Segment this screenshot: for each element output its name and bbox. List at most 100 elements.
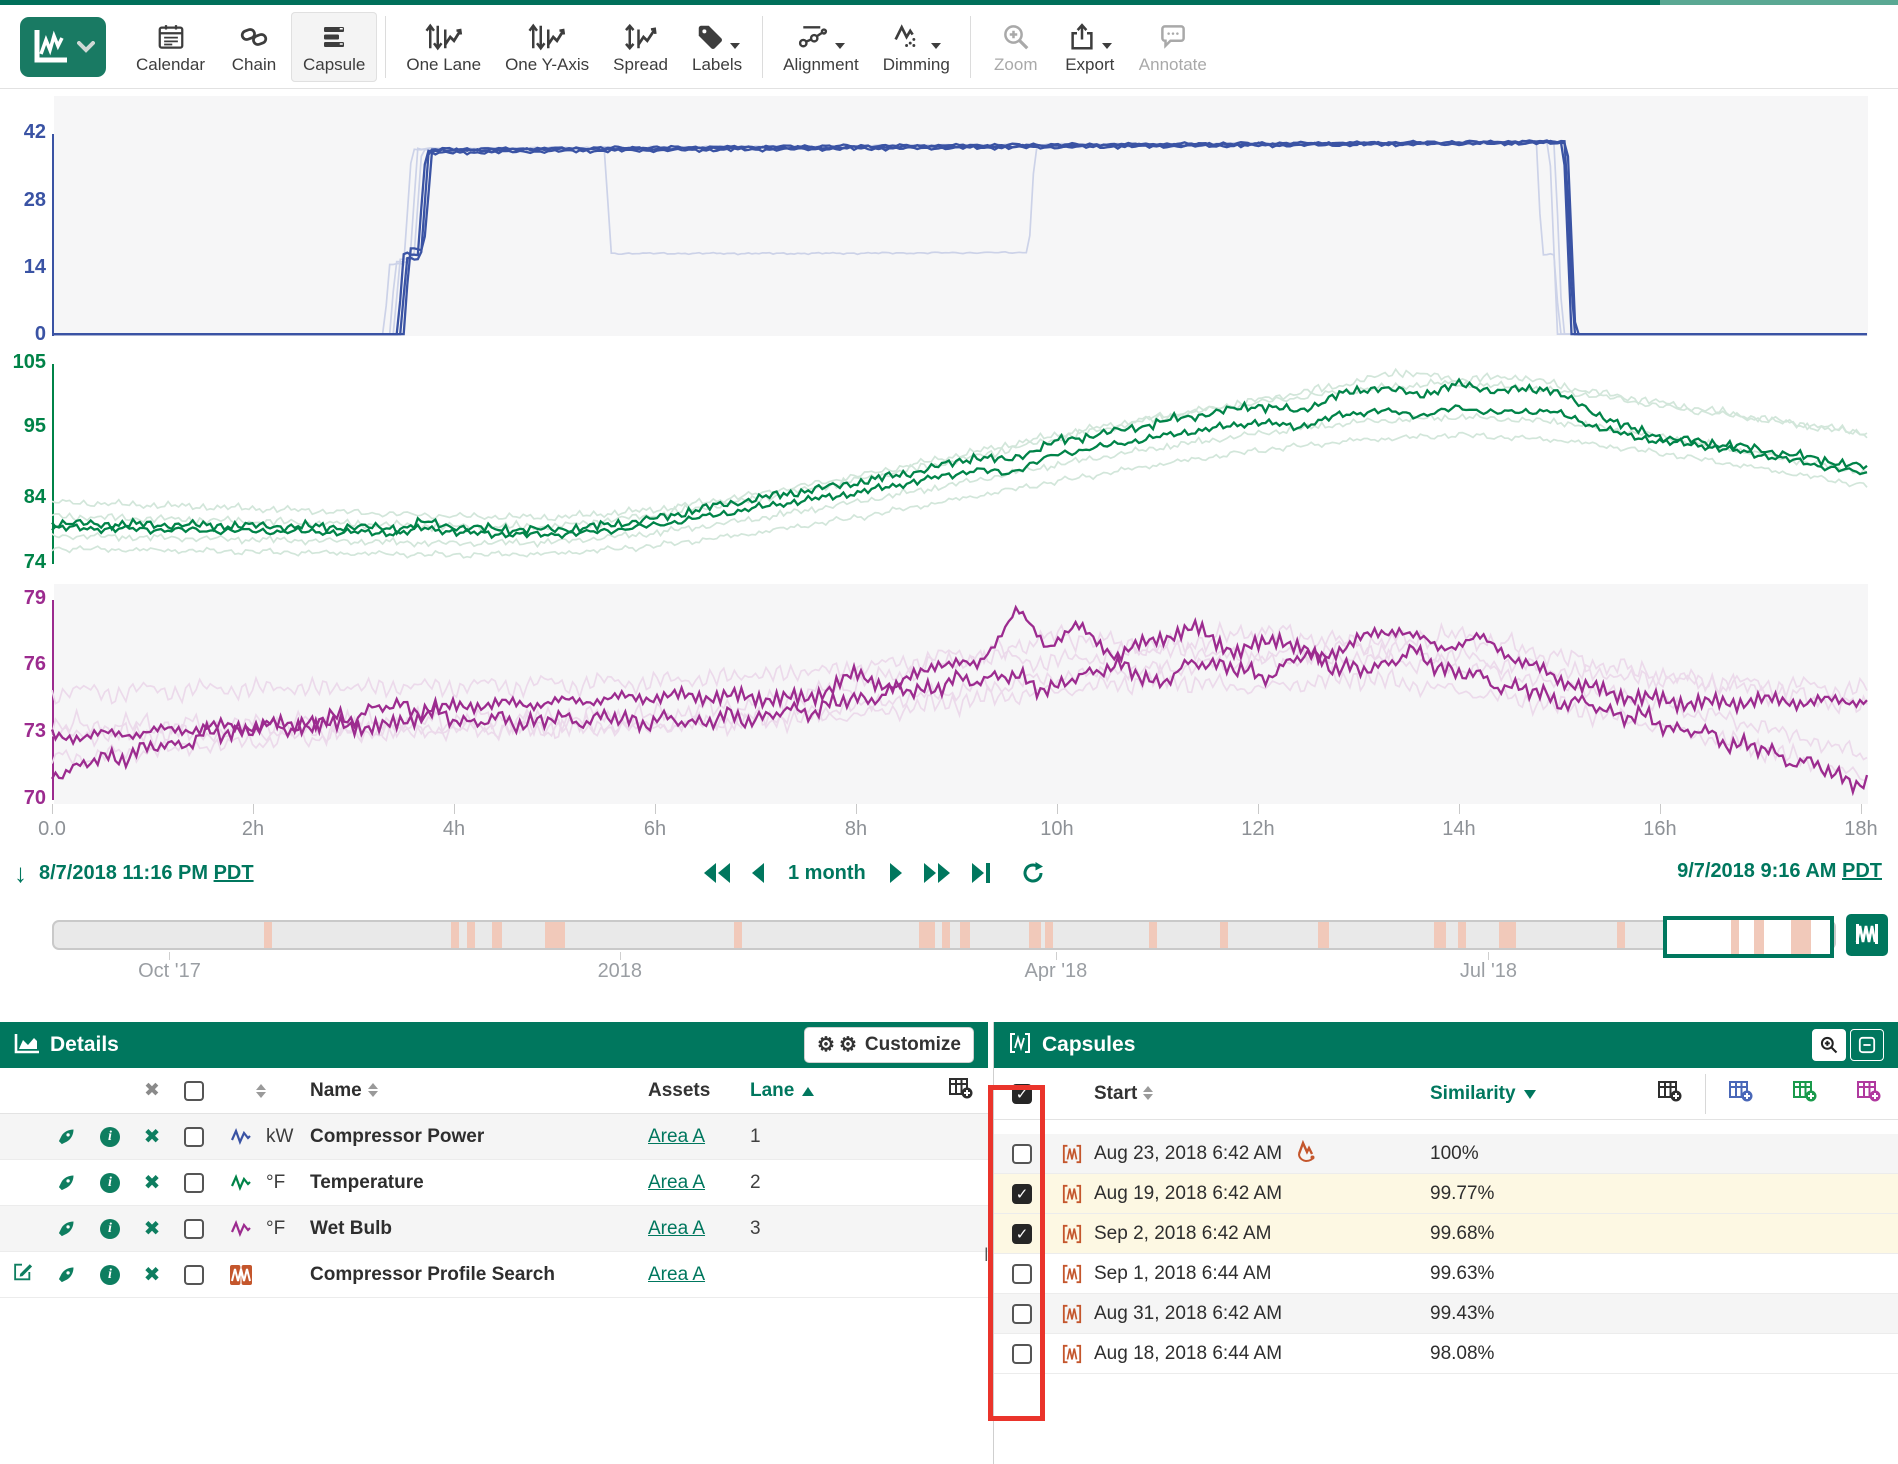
edit-pencil-icon[interactable] [11, 1261, 33, 1289]
column-header-similarity[interactable]: Similarity [1430, 1083, 1516, 1104]
tool-annotate[interactable]: Annotate [1127, 12, 1219, 82]
capsule-row-2[interactable]: ✓ Sep 2, 2018 6:42 AM 99.68% [994, 1214, 1898, 1254]
timeline-tick [169, 952, 170, 960]
capsule-checkbox[interactable]: ✓ [1012, 1184, 1032, 1204]
trend-view-dropdown-button[interactable] [20, 17, 106, 77]
column-header-name[interactable]: Name [310, 1080, 362, 1101]
pin-rocket-icon[interactable] [44, 1127, 88, 1147]
capsule-checkbox[interactable] [1012, 1144, 1032, 1164]
capsule-row-4[interactable]: Aug 31, 2018 6:42 AM 99.43% [994, 1294, 1898, 1334]
capsule-row-5[interactable]: Aug 18, 2018 6:44 AM 98.08% [994, 1334, 1898, 1374]
remove-icon[interactable]: ✖ [144, 1216, 161, 1241]
range-duration-label[interactable]: 1 month [788, 862, 866, 885]
add-stats-wet-bulb-icon[interactable] [1856, 1079, 1882, 1109]
asset-link[interactable]: Area A [648, 1264, 705, 1285]
pin-rocket-icon[interactable] [44, 1265, 88, 1285]
details-row-compressor-profile-search[interactable]: i ✖ Compressor Profile Search Area A [0, 1252, 988, 1298]
step-forward-button[interactable] [886, 859, 906, 887]
capsules-select-all-checkbox[interactable]: ✓ [1012, 1084, 1032, 1104]
step-to-end-button[interactable] [968, 859, 994, 887]
tool-alignment[interactable]: Alignment [771, 12, 871, 82]
timeline-selection-brush[interactable] [1663, 916, 1835, 958]
tool-spread[interactable]: Spread [601, 12, 680, 82]
column-header-assets[interactable]: Assets [648, 1080, 710, 1101]
sort-start-control[interactable] [1143, 1086, 1153, 1100]
signal-name[interactable]: Compressor Power [310, 1126, 648, 1148]
capsules-collapse-button[interactable] [1850, 1029, 1884, 1061]
sort-name-control[interactable] [368, 1083, 378, 1097]
capsule-checkbox[interactable] [1012, 1304, 1032, 1324]
column-header-lane[interactable]: Lane [750, 1080, 794, 1101]
details-row-checkbox[interactable] [184, 1265, 204, 1285]
capsule-checkbox[interactable]: ✓ [1012, 1224, 1032, 1244]
tool-zoom[interactable]: Zoom [979, 12, 1053, 82]
pin-rocket-icon[interactable] [44, 1219, 88, 1239]
similarity-sort-desc-icon[interactable] [1524, 1090, 1536, 1099]
investigate-down-arrow-icon[interactable]: ↓ [14, 860, 27, 886]
remove-icon[interactable]: ✖ [144, 1124, 161, 1149]
brush-left-handle[interactable] [1671, 924, 1674, 950]
condition-name[interactable]: Compressor Profile Search [310, 1264, 648, 1286]
tool-one-lane[interactable]: One Lane [394, 12, 493, 82]
add-column-icon[interactable] [1657, 1079, 1683, 1109]
info-icon[interactable]: i [100, 1173, 120, 1193]
tool-dimming[interactable]: Dimming [871, 12, 962, 82]
x-tick-label: 4h [443, 818, 465, 841]
lane-temperature[interactable]: 748495105 [0, 340, 1898, 584]
capsule-row-3[interactable]: Sep 1, 2018 6:44 AM 99.63% [994, 1254, 1898, 1294]
details-row-checkbox[interactable] [184, 1173, 204, 1193]
tool-capsule[interactable]: Capsule [291, 12, 377, 82]
details-row-temperature[interactable]: i ✖ °F Temperature Area A 2 [0, 1160, 988, 1206]
asset-link[interactable]: Area A [648, 1172, 705, 1193]
step-back-button[interactable] [748, 859, 768, 887]
y-axis-tick-label: 42 [0, 121, 46, 144]
customize-button[interactable]: ⚙ ⚙︎ Customize [804, 1027, 974, 1063]
details-row-wet-bulb[interactable]: i ✖ °F Wet Bulb Area A 3 [0, 1206, 988, 1252]
brush-right-handle[interactable] [1823, 924, 1826, 950]
asset-link[interactable]: Area A [648, 1218, 705, 1239]
pin-rocket-icon[interactable] [44, 1173, 88, 1193]
capsules-zoom-button[interactable] [1812, 1029, 1846, 1061]
range-end-timezone[interactable]: PDT [1842, 860, 1882, 882]
add-stats-temperature-icon[interactable] [1792, 1079, 1818, 1109]
remove-icon[interactable]: ✖ [144, 1262, 161, 1287]
range-start-datetime[interactable]: 8/7/2018 11:16 PM PDT [39, 862, 254, 885]
step-forward-half-button[interactable] [920, 859, 954, 887]
step-back-half-button[interactable] [700, 859, 734, 887]
range-start-timezone[interactable]: PDT [214, 862, 254, 884]
panel-resize-handle[interactable]: ‖ [984, 1245, 992, 1266]
capsule-checkbox[interactable] [1012, 1344, 1032, 1364]
details-row-compressor-power[interactable]: i ✖ kW Compressor Power Area A 1 [0, 1114, 988, 1160]
column-header-start[interactable]: Start [1094, 1083, 1137, 1104]
tool-one-y-axis[interactable]: One Y-Axis [493, 12, 601, 82]
capsule-row-1[interactable]: ✓ Aug 19, 2018 6:42 AM 99.77% [994, 1174, 1898, 1214]
info-icon[interactable]: i [100, 1127, 120, 1147]
lane-wet-bulb[interactable]: 70737679 [0, 584, 1898, 804]
tool-export[interactable]: Export [1053, 12, 1127, 82]
details-row-checkbox[interactable] [184, 1219, 204, 1239]
details-select-all-checkbox[interactable] [184, 1081, 204, 1101]
signal-name[interactable]: Temperature [310, 1172, 648, 1194]
remove-icon[interactable]: ✖ [144, 1170, 161, 1195]
tool-labels[interactable]: Labels [680, 12, 754, 82]
capsule-checkbox[interactable] [1012, 1264, 1032, 1284]
capsule-icon [1050, 1304, 1094, 1324]
asset-link[interactable]: Area A [648, 1126, 705, 1147]
refresh-button[interactable] [1018, 858, 1048, 888]
lane-sort-asc-icon[interactable] [802, 1087, 814, 1096]
sort-type-control[interactable] [256, 1084, 266, 1098]
timeline-bar[interactable] [52, 920, 1836, 950]
range-end-datetime[interactable]: 9/7/2018 9:16 AM PDT [1677, 860, 1882, 882]
lane-compressor-power[interactable]: 0142842 [0, 96, 1898, 336]
info-icon[interactable]: i [100, 1219, 120, 1239]
capsule-row-0[interactable]: Aug 23, 2018 6:42 AM 100% [994, 1134, 1898, 1174]
timeline-capsule-view-button[interactable] [1846, 914, 1888, 956]
add-stats-compressor-power-icon[interactable] [1728, 1079, 1754, 1109]
remove-all-icon[interactable]: ✖ [144, 1079, 160, 1102]
add-column-icon[interactable] [948, 1076, 974, 1106]
signal-name[interactable]: Wet Bulb [310, 1218, 648, 1240]
tool-chain[interactable]: Chain [217, 12, 291, 82]
tool-calendar[interactable]: Calendar [124, 12, 217, 82]
info-icon[interactable]: i [100, 1265, 120, 1285]
details-row-checkbox[interactable] [184, 1127, 204, 1147]
